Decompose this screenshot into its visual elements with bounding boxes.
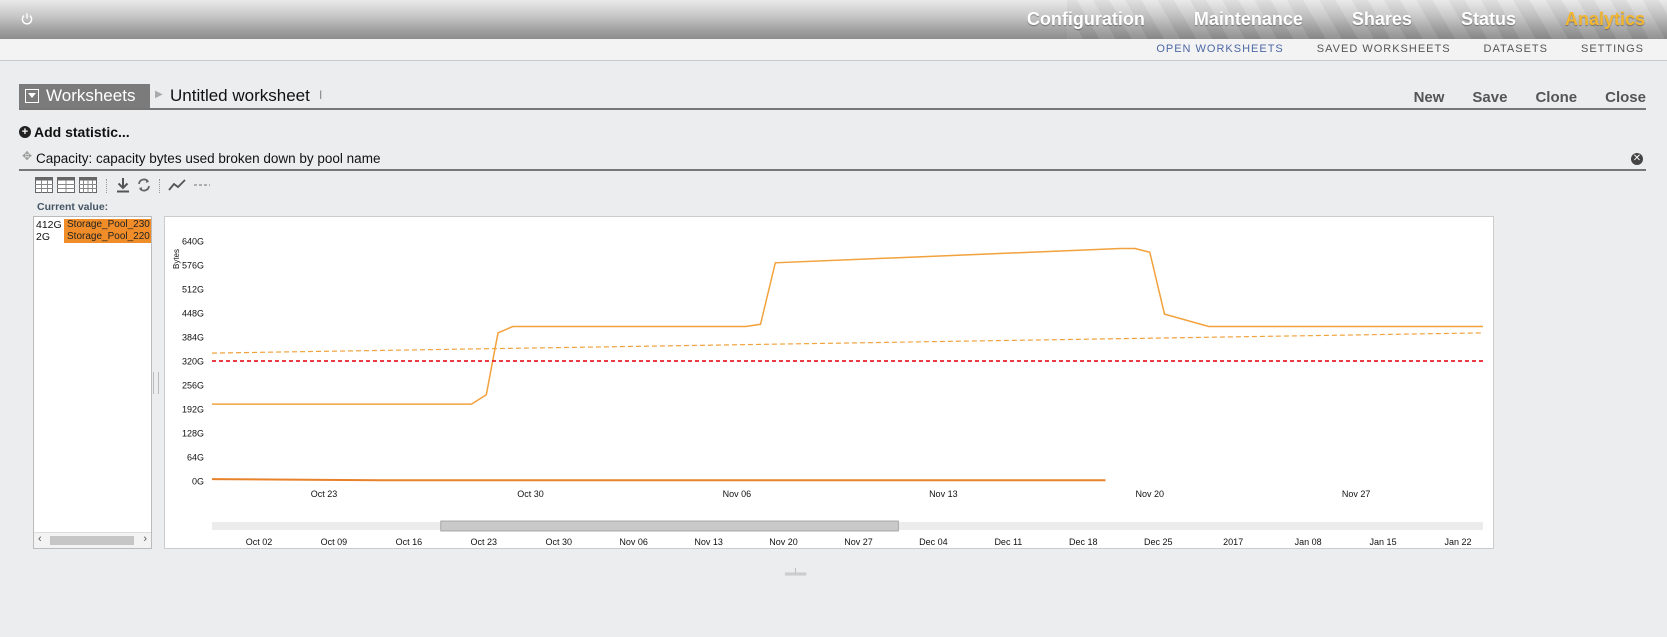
text-cursor-icon: I xyxy=(319,88,323,102)
new-button[interactable]: New xyxy=(1414,89,1445,106)
worksheet-header: Worksheets ▶ Untitled worksheet I New Sa… xyxy=(19,84,1646,110)
overview-tick-label: Dec 18 xyxy=(1069,537,1098,547)
statistic-header: ✥ Capacity: capacity bytes used broken d… xyxy=(19,145,1646,171)
add-icon: + xyxy=(19,126,31,138)
pool-name-badge: Storage_Pool_230 xyxy=(64,219,151,231)
resize-handle-icon[interactable]: ═╧═ xyxy=(785,569,806,580)
overview-tick-label: Oct 09 xyxy=(321,537,348,547)
scrollbar-thumb[interactable] xyxy=(50,536,134,545)
close-button[interactable]: Close xyxy=(1605,89,1646,106)
current-value-label: Current value: xyxy=(37,201,109,213)
y-tick-label: 256G xyxy=(182,381,204,391)
y-tick-label: 640G xyxy=(182,237,204,247)
overview-tick-label: Nov 20 xyxy=(769,537,798,547)
scroll-right-icon[interactable]: › xyxy=(143,533,147,545)
overview-tick-label: Nov 13 xyxy=(694,537,723,547)
current-value-panel: 412G Storage_Pool_230 2G Storage_Pool_22… xyxy=(33,216,152,549)
close-statistic-icon[interactable]: ✕ xyxy=(1631,153,1643,165)
overview-tick-label: Dec 11 xyxy=(994,537,1022,547)
overview-tick-label: Dec 04 xyxy=(919,537,948,547)
worksheet-actions: New Save Clone Close xyxy=(1386,89,1646,106)
capacity-line-chart[interactable]: Bytes 0G 64G 128G 192G 256G 320G 384G 448G 512G 57… xyxy=(165,217,1493,548)
y-tick-label: 320G xyxy=(182,357,204,367)
add-statistic-button[interactable]: + Add statistic... xyxy=(19,124,130,140)
threshold-line-icon[interactable] xyxy=(193,177,211,193)
overview-tick-label: Oct 16 xyxy=(396,537,423,547)
x-tick-label: Oct 30 xyxy=(517,489,544,499)
y-tick-label: 576G xyxy=(182,261,204,271)
series-line-storage-pool-220[interactable] xyxy=(211,478,1106,482)
y-tick-label: 192G xyxy=(182,405,204,415)
nav-status[interactable]: Status xyxy=(1461,9,1516,30)
x-tick-label: Nov 20 xyxy=(1136,489,1165,499)
overview-tick-label: Nov 06 xyxy=(619,537,648,547)
statistic-title: Capacity: capacity bytes used broken dow… xyxy=(36,151,381,166)
scroll-left-icon[interactable]: ‹ xyxy=(38,533,42,545)
subnav-saved-worksheets[interactable]: SAVED WORKSHEETS xyxy=(1317,43,1451,55)
power-icon[interactable] xyxy=(20,12,34,26)
subnav-open-worksheets[interactable]: OPEN WORKSHEETS xyxy=(1156,43,1283,55)
overview-window-thumb[interactable] xyxy=(440,520,899,532)
y-tick-label: 128G xyxy=(182,429,204,439)
x-tick-label: Nov 06 xyxy=(723,489,752,499)
overview-tick-label: Oct 30 xyxy=(545,537,572,547)
overview-tick-label: Jan 15 xyxy=(1370,537,1397,547)
nav-maintenance[interactable]: Maintenance xyxy=(1194,9,1303,30)
toolbar-separator xyxy=(159,179,160,193)
current-value: 412G xyxy=(36,219,62,231)
x-tick-label: Nov 13 xyxy=(929,489,958,499)
table-grid-icon[interactable] xyxy=(79,177,97,193)
worksheets-label: Worksheets xyxy=(46,86,136,105)
overview-tick-label: Oct 23 xyxy=(471,537,498,547)
horizontal-scrollbar[interactable]: ‹ › xyxy=(34,532,151,548)
overview-tick-label: Jan 22 xyxy=(1444,537,1471,547)
overview-tick-label: Oct 02 xyxy=(246,537,273,547)
add-statistic-label: Add statistic... xyxy=(34,124,130,140)
table-alt-icon[interactable] xyxy=(57,177,75,193)
download-icon[interactable] xyxy=(115,177,131,193)
worksheet-title[interactable]: Untitled worksheet xyxy=(170,86,310,106)
nav-configuration[interactable]: Configuration xyxy=(1027,9,1145,30)
panel-splitter-handle[interactable] xyxy=(153,372,159,394)
table-icon[interactable] xyxy=(35,177,53,193)
y-tick-label: 384G xyxy=(182,333,204,343)
x-tick-label: Nov 27 xyxy=(1342,489,1371,499)
series-line-storage-pool-230[interactable] xyxy=(212,247,1483,405)
overview-tick-label: Dec 25 xyxy=(1144,537,1173,547)
nav-shares[interactable]: Shares xyxy=(1352,9,1412,30)
move-handle-icon[interactable]: ✥ xyxy=(22,149,32,163)
y-tick-label: 448G xyxy=(182,309,204,319)
line-chart-icon[interactable] xyxy=(168,177,186,193)
sub-nav: OPEN WORKSHEETS SAVED WORKSHEETS DATASET… xyxy=(0,39,1667,61)
refresh-icon[interactable] xyxy=(136,177,152,193)
y-tick-label: 0G xyxy=(192,477,204,487)
trend-line-2[interactable] xyxy=(211,332,1484,354)
overview-tick-label: Jan 08 xyxy=(1295,537,1322,547)
x-tick-label: Oct 23 xyxy=(311,489,338,499)
subnav-datasets[interactable]: DATASETS xyxy=(1484,43,1548,55)
subnav-settings[interactable]: SETTINGS xyxy=(1581,43,1644,55)
overview-tick-label: Nov 27 xyxy=(844,537,873,547)
dropdown-icon xyxy=(25,89,39,103)
worksheets-menu-button[interactable]: Worksheets xyxy=(19,84,150,108)
overview-tick-label: 2017 xyxy=(1223,537,1243,547)
y-tick-label: 64G xyxy=(187,453,204,463)
main-nav: Configuration Maintenance Shares Status … xyxy=(978,0,1645,39)
toolbar-separator xyxy=(106,179,107,193)
current-value: 2G xyxy=(36,231,51,243)
breadcrumb-arrow-icon: ▶ xyxy=(155,89,163,100)
pool-name-badge: Storage_Pool_220 xyxy=(64,231,151,243)
y-axis-title: Bytes xyxy=(172,249,181,269)
y-tick-label: 512G xyxy=(182,285,204,295)
chart-panel: Bytes 0G 64G 128G 192G 256G 320G 384G 448G 512G 57… xyxy=(164,216,1494,549)
clone-button[interactable]: Clone xyxy=(1535,89,1577,106)
top-nav-bar: Configuration Maintenance Shares Status … xyxy=(0,0,1667,39)
nav-analytics[interactable]: Analytics xyxy=(1565,9,1645,30)
save-button[interactable]: Save xyxy=(1472,89,1507,106)
